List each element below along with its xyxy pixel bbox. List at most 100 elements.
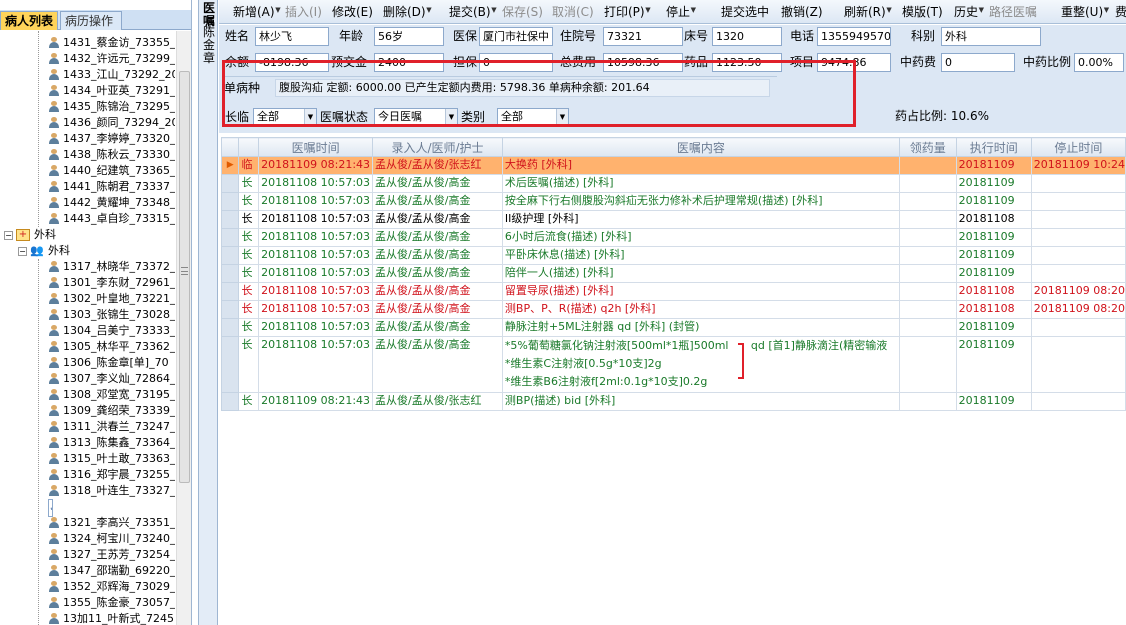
tab-patient-list[interactable]: 病人列表 xyxy=(0,11,58,30)
order-exec-cell[interactable]: 20181109 xyxy=(955,264,1032,283)
order-exec-cell[interactable]: 20181108 xyxy=(955,300,1032,319)
order-qty-cell[interactable] xyxy=(898,174,957,193)
order-content-cell[interactable]: 大换药 [外科] xyxy=(501,156,900,175)
order-staff-cell[interactable]: 孟从俊/孟从俊/张志红 xyxy=(372,392,503,411)
toolbar-button-8[interactable]: 停止 ▼ xyxy=(666,2,696,22)
chevron-down-icon[interactable]: ▼ xyxy=(275,0,280,20)
order-time-cell[interactable]: 20181108 10:57:03 xyxy=(258,318,374,337)
order-content-cell[interactable]: 按全麻下行右侧腹股沟斜疝无张力修补术后护理常规(描述) [外科] xyxy=(501,192,900,211)
age-field[interactable]: 56岁 xyxy=(374,27,444,46)
order-type-cell[interactable]: 长 xyxy=(238,246,260,265)
table-row[interactable]: 长 20181108 10:57:03 孟从俊/孟从俊/高金 *5%葡萄糖氯化钠注射液… xyxy=(220,336,1126,393)
order-time-cell[interactable]: 20181109 08:21:43 xyxy=(258,392,374,411)
tcm-ratio-field[interactable]: 0.00% xyxy=(1074,53,1124,72)
order-exec-cell[interactable]: 20181109 xyxy=(955,246,1032,265)
order-staff-cell[interactable]: 孟从俊/孟从俊/高金 xyxy=(372,264,503,283)
order-type-cell[interactable]: 长 xyxy=(238,228,260,247)
tree-scrollbar[interactable] xyxy=(176,31,191,625)
order-exec-cell[interactable]: 20181109 xyxy=(955,156,1032,175)
order-time-cell[interactable]: 20181109 08:21:43 xyxy=(258,156,374,175)
table-row[interactable]: 长 20181108 10:57:03 孟从俊/孟从俊/高金 平卧床休息(描述) [外… xyxy=(220,246,1126,265)
order-time-cell[interactable]: 20181108 10:57:03 xyxy=(258,300,374,319)
scrollbar-thumb[interactable] xyxy=(179,71,190,483)
order-stop-cell[interactable] xyxy=(1030,336,1126,393)
order-content-cell[interactable]: 6小时后流食(描述) [外科] xyxy=(501,228,900,247)
order-staff-cell[interactable]: 孟从俊/孟从俊/张志红 xyxy=(372,156,503,175)
toolbar-button-0[interactable]: 新增(A) ▼ xyxy=(233,2,281,22)
order-stop-cell[interactable] xyxy=(1030,392,1126,411)
table-row[interactable]: ▶ 临 20181109 08:21:43 孟从俊/孟从俊/张志红 大换药 [外科] 20… xyxy=(220,156,1126,175)
order-stop-cell[interactable]: 20181109 10:24 xyxy=(1030,156,1126,175)
tcm-fee-field[interactable]: 0 xyxy=(941,53,1015,72)
order-stop-cell[interactable]: 20181109 08:20 xyxy=(1030,300,1126,319)
table-row[interactable]: 长 20181108 10:57:03 孟从俊/孟从俊/高金 6小时后流食(描述) [… xyxy=(220,228,1126,247)
chevron-down-icon[interactable]: ▼ xyxy=(645,0,650,20)
order-time-cell[interactable]: 20181108 10:57:03 xyxy=(258,192,374,211)
order-qty-cell[interactable] xyxy=(898,336,957,393)
order-staff-cell[interactable]: 孟从俊/孟从俊/高金 xyxy=(372,336,503,393)
order-stop-cell[interactable] xyxy=(1030,192,1126,211)
order-time-cell[interactable]: 20181108 10:57:03 xyxy=(258,246,374,265)
col-header-exec[interactable]: 执行时间 xyxy=(955,137,1032,157)
order-time-cell[interactable]: 20181108 10:57:03 xyxy=(258,228,374,247)
order-content-cell[interactable]: 术后医嘱(描述) [外科] xyxy=(501,174,900,193)
insurance-field[interactable]: 厦门市社保中 xyxy=(479,27,553,46)
chevron-down-icon[interactable]: ▼ xyxy=(426,0,431,20)
order-content-cell[interactable]: 留置导尿(描述) [外科] xyxy=(501,282,900,301)
col-header-stop[interactable]: 停止时间 xyxy=(1030,137,1126,157)
order-content-cell[interactable]: 测BP、P、R(描述) q2h [外科] xyxy=(501,300,900,319)
order-qty-cell[interactable] xyxy=(898,282,957,301)
order-type-cell[interactable]: 长 xyxy=(238,392,260,411)
order-stop-cell[interactable] xyxy=(1030,228,1126,247)
dept-field[interactable]: 外科 xyxy=(941,27,1041,46)
order-exec-cell[interactable]: 20181109 xyxy=(955,318,1032,337)
toolbar-button-4[interactable]: 提交(B) ▼ xyxy=(449,2,497,22)
table-row[interactable]: 长 20181109 08:21:43 孟从俊/孟从俊/张志红 测BP(描述) bid… xyxy=(220,392,1126,411)
table-row[interactable]: 长 20181108 10:57:03 孟从俊/孟从俊/高金 测BP、P、R(描述) … xyxy=(220,300,1126,319)
order-exec-cell[interactable]: 20181109 xyxy=(955,174,1032,193)
order-type-cell[interactable]: 长 xyxy=(238,318,260,337)
bed-field[interactable]: 1320 xyxy=(712,27,782,46)
order-qty-cell[interactable] xyxy=(898,156,957,175)
order-type-cell[interactable]: 长 xyxy=(238,336,260,393)
chevron-down-icon[interactable]: ▼ xyxy=(979,0,984,20)
toolbar-button-13[interactable]: 历史 ▼ xyxy=(954,2,984,22)
order-staff-cell[interactable]: 孟从俊/孟从俊/高金 xyxy=(372,228,503,247)
table-row[interactable]: 长 20181108 10:57:03 孟从俊/孟从俊/高金 II级护理 [外科] 20… xyxy=(220,210,1126,229)
order-qty-cell[interactable] xyxy=(898,228,957,247)
order-qty-cell[interactable] xyxy=(898,246,957,265)
order-staff-cell[interactable]: 孟从俊/孟从俊/高金 xyxy=(372,282,503,301)
toolbar-button-5[interactable]: 保存(S) xyxy=(502,2,543,22)
chevron-down-icon[interactable]: ▼ xyxy=(886,0,891,20)
row-indicator[interactable] xyxy=(220,192,240,211)
order-qty-cell[interactable] xyxy=(898,264,957,283)
order-stop-cell[interactable] xyxy=(1030,246,1126,265)
order-type-cell[interactable]: 临 xyxy=(238,156,260,175)
toolbar-button-1[interactable]: 插入(I) xyxy=(285,2,322,22)
name-field[interactable]: 林少飞 xyxy=(255,27,329,46)
col-header-content[interactable]: 医嘱内容 xyxy=(501,137,900,157)
collapse-toggle-icon[interactable]: − xyxy=(18,247,27,256)
order-time-cell[interactable]: 20181108 10:57:03 xyxy=(258,264,374,283)
row-indicator[interactable] xyxy=(220,300,240,319)
order-content-cell[interactable]: II级护理 [外科] xyxy=(501,210,900,229)
order-qty-cell[interactable] xyxy=(898,318,957,337)
table-row[interactable]: 长 20181108 10:57:03 孟从俊/孟从俊/高金 陪伴一人(描述) [外科… xyxy=(220,264,1126,283)
row-indicator[interactable]: ▶ xyxy=(220,156,240,175)
order-staff-cell[interactable]: 孟从俊/孟从俊/高金 xyxy=(372,246,503,265)
order-staff-cell[interactable]: 孟从俊/孟从俊/高金 xyxy=(372,210,503,229)
patient-tree-item[interactable]: ✓1320_林少飞[单]_73 xyxy=(48,499,53,517)
order-staff-cell[interactable]: 孟从俊/孟从俊/高金 xyxy=(372,300,503,319)
order-exec-cell[interactable]: 20181108 xyxy=(955,282,1032,301)
toolbar-button-2[interactable]: 修改(E) xyxy=(332,2,373,22)
order-exec-cell[interactable]: 20181108 xyxy=(955,210,1032,229)
order-stop-cell[interactable] xyxy=(1030,318,1126,337)
order-qty-cell[interactable] xyxy=(898,210,957,229)
toolbar-button-9[interactable]: 提交选中 xyxy=(721,2,769,22)
row-indicator[interactable] xyxy=(220,264,240,283)
admission-field[interactable]: 73321 xyxy=(603,27,683,46)
order-qty-cell[interactable] xyxy=(898,392,957,411)
order-time-cell[interactable]: 20181108 10:57:03 xyxy=(258,282,374,301)
row-indicator[interactable] xyxy=(220,318,240,337)
table-row[interactable]: 长 20181108 10:57:03 孟从俊/孟从俊/高金 留置导尿(描述) [外科… xyxy=(220,282,1126,301)
